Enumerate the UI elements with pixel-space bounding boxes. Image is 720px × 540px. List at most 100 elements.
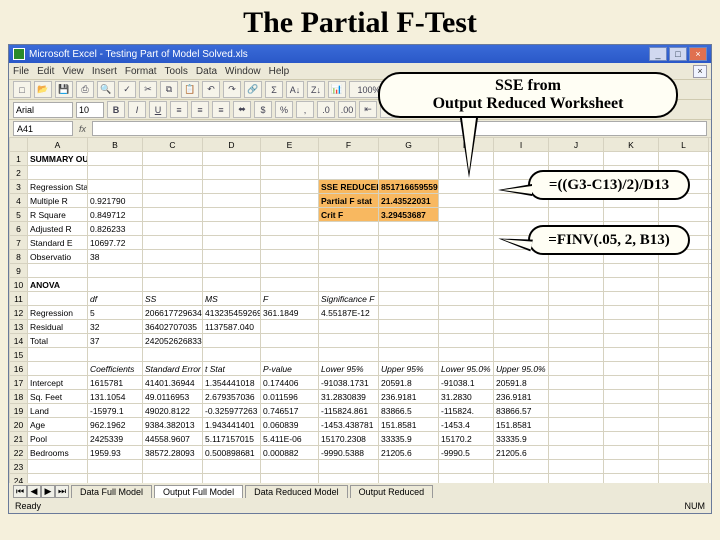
cell[interactable] bbox=[709, 208, 712, 222]
row-header[interactable]: 23 bbox=[10, 460, 28, 474]
menu-help[interactable]: Help bbox=[269, 66, 290, 77]
cell[interactable] bbox=[319, 348, 379, 362]
cell[interactable] bbox=[261, 236, 319, 250]
cell[interactable]: 15170.2308 bbox=[319, 432, 379, 446]
cell[interactable] bbox=[439, 264, 494, 278]
cell[interactable]: df bbox=[88, 292, 143, 306]
cell[interactable] bbox=[203, 208, 261, 222]
sheet-tab[interactable]: Data Reduced Model bbox=[245, 485, 348, 498]
cell[interactable]: 21.43522031 bbox=[379, 194, 439, 208]
sort-desc-icon[interactable]: Z↓ bbox=[307, 81, 325, 98]
cell[interactable]: -9990.5 bbox=[439, 446, 494, 460]
row-header[interactable]: 11 bbox=[10, 292, 28, 306]
cell[interactable] bbox=[494, 208, 549, 222]
cell[interactable] bbox=[143, 194, 203, 208]
cell[interactable] bbox=[709, 194, 712, 208]
cell[interactable] bbox=[28, 264, 88, 278]
cell[interactable] bbox=[261, 348, 319, 362]
cell[interactable] bbox=[709, 320, 712, 334]
cell[interactable]: Lower 95% bbox=[319, 362, 379, 376]
cell[interactable] bbox=[379, 264, 439, 278]
cell[interactable]: Coefficients bbox=[88, 362, 143, 376]
indent-l-button[interactable]: ⇤ bbox=[359, 101, 377, 118]
cell[interactable] bbox=[604, 404, 659, 418]
cell[interactable]: -15979.1 bbox=[88, 404, 143, 418]
cell[interactable]: 49.0116953 bbox=[143, 390, 203, 404]
cell[interactable] bbox=[659, 278, 709, 292]
cell[interactable] bbox=[203, 250, 261, 264]
cell[interactable] bbox=[549, 376, 604, 390]
row-header[interactable]: 18 bbox=[10, 390, 28, 404]
row-header[interactable]: 10 bbox=[10, 278, 28, 292]
cell[interactable]: 236.9181 bbox=[494, 390, 549, 404]
row-header[interactable]: 16 bbox=[10, 362, 28, 376]
cell[interactable] bbox=[604, 208, 659, 222]
cell[interactable] bbox=[659, 334, 709, 348]
cell[interactable]: 15170.2 bbox=[439, 432, 494, 446]
select-all-corner[interactable] bbox=[10, 138, 28, 152]
cell[interactable] bbox=[709, 264, 712, 278]
cell[interactable] bbox=[604, 264, 659, 278]
cell[interactable] bbox=[709, 292, 712, 306]
cell[interactable] bbox=[709, 418, 712, 432]
cell[interactable] bbox=[604, 376, 659, 390]
cell[interactable]: 0.060839 bbox=[261, 418, 319, 432]
col-header-M[interactable]: M bbox=[709, 138, 712, 152]
cell[interactable] bbox=[379, 250, 439, 264]
cell[interactable]: -1453.4 bbox=[439, 418, 494, 432]
cell[interactable] bbox=[659, 418, 709, 432]
cell[interactable] bbox=[261, 250, 319, 264]
cell[interactable] bbox=[28, 460, 88, 474]
col-header-F[interactable]: F bbox=[319, 138, 379, 152]
cell[interactable]: 0.011596 bbox=[261, 390, 319, 404]
undo-icon[interactable]: ↶ bbox=[202, 81, 220, 98]
cell[interactable] bbox=[143, 460, 203, 474]
cell[interactable] bbox=[659, 460, 709, 474]
cell[interactable] bbox=[261, 194, 319, 208]
cell[interactable]: 36402707035 bbox=[143, 320, 203, 334]
cell[interactable] bbox=[319, 152, 379, 166]
cell[interactable]: 851716659559 bbox=[379, 180, 439, 194]
cell[interactable] bbox=[261, 180, 319, 194]
cell[interactable] bbox=[379, 278, 439, 292]
col-header-B[interactable]: B bbox=[88, 138, 143, 152]
cell[interactable] bbox=[549, 306, 604, 320]
col-header-I[interactable]: I bbox=[494, 138, 549, 152]
menu-file[interactable]: File bbox=[13, 66, 29, 77]
maximize-button[interactable]: □ bbox=[669, 47, 687, 61]
cell[interactable] bbox=[709, 236, 712, 250]
cell[interactable] bbox=[549, 404, 604, 418]
cell[interactable] bbox=[379, 166, 439, 180]
cell[interactable] bbox=[549, 348, 604, 362]
U-button[interactable]: U bbox=[149, 101, 167, 118]
copy-icon[interactable]: ⧉ bbox=[160, 81, 178, 98]
cell[interactable]: 83866.57 bbox=[494, 404, 549, 418]
cell[interactable] bbox=[379, 320, 439, 334]
cell[interactable] bbox=[494, 152, 549, 166]
cell[interactable] bbox=[549, 208, 604, 222]
paste-icon[interactable]: 📋 bbox=[181, 81, 199, 98]
cell[interactable]: F bbox=[261, 292, 319, 306]
cut-icon[interactable]: ✂ bbox=[139, 81, 157, 98]
cell[interactable] bbox=[319, 236, 379, 250]
menu-data[interactable]: Data bbox=[196, 66, 217, 77]
cell[interactable] bbox=[143, 208, 203, 222]
cell[interactable]: Standard Error bbox=[143, 362, 203, 376]
cell[interactable]: -0.325977263 bbox=[203, 404, 261, 418]
cell[interactable]: -115824.861 bbox=[319, 404, 379, 418]
cell[interactable] bbox=[88, 180, 143, 194]
sum-icon[interactable]: Σ bbox=[265, 81, 283, 98]
cell[interactable] bbox=[604, 348, 659, 362]
$-button[interactable]: $ bbox=[254, 101, 272, 118]
cell[interactable] bbox=[88, 460, 143, 474]
cell[interactable] bbox=[549, 334, 604, 348]
col-header-A[interactable]: A bbox=[28, 138, 88, 152]
cell[interactable] bbox=[143, 180, 203, 194]
cell[interactable] bbox=[659, 292, 709, 306]
cell[interactable]: 10697.72 bbox=[88, 236, 143, 250]
I-button[interactable]: I bbox=[128, 101, 146, 118]
cell[interactable] bbox=[319, 264, 379, 278]
cell[interactable] bbox=[319, 166, 379, 180]
cell[interactable] bbox=[261, 320, 319, 334]
%-button[interactable]: % bbox=[275, 101, 293, 118]
